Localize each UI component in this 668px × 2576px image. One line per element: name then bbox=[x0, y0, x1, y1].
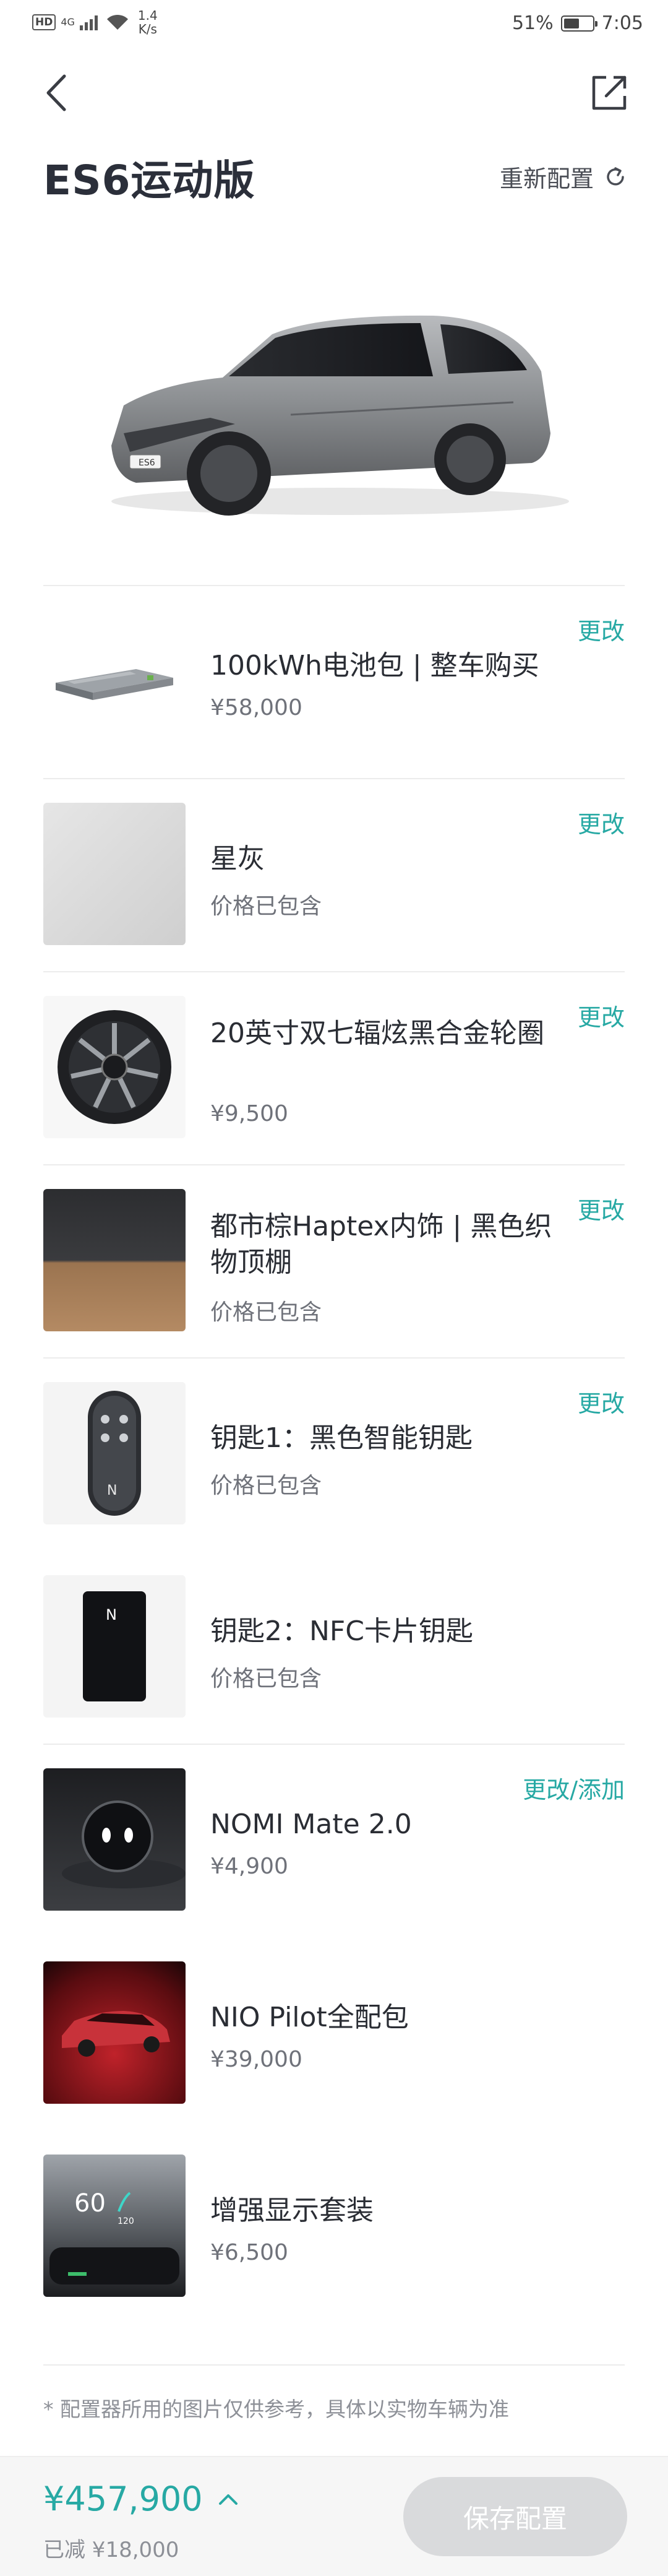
speed-value: 1.4 bbox=[137, 8, 158, 23]
list-item[interactable]: N 钥匙1：黑色智能钥匙 价格已包含 更改 bbox=[43, 1357, 625, 1550]
pilot-car-icon bbox=[62, 2011, 170, 2057]
wheel-thumbnail bbox=[43, 996, 186, 1138]
hud-thumbnail: 60 120 bbox=[43, 2155, 186, 2297]
page-title: ES6运动版 bbox=[43, 157, 255, 204]
list-item[interactable]: 星灰 价格已包含 更改 bbox=[43, 778, 625, 971]
list-item[interactable]: NOMI Mate 2.0 ¥4,900 更改/添加 bbox=[43, 1744, 625, 1937]
item-name: 钥匙1：黑色智能钥匙 bbox=[210, 1422, 473, 1454]
item-name: 100kWh电池包 | 整车购买 bbox=[210, 650, 539, 681]
change-link[interactable]: 更改 bbox=[578, 1191, 625, 1225]
item-name: NOMI Mate 2.0 bbox=[210, 1809, 412, 1840]
total-price-toggle[interactable]: ¥457,900 bbox=[43, 2479, 239, 2518]
item-price: ¥6,500 bbox=[210, 2240, 288, 2265]
item-price: 价格已包含 bbox=[210, 1666, 322, 1692]
speed-unit: K/s bbox=[138, 22, 157, 37]
change-link[interactable]: 更改 bbox=[578, 805, 625, 839]
list-item[interactable]: NIO Pilot全配包 ¥39,000 bbox=[43, 1937, 625, 2130]
reconfigure-label: 重新配置 bbox=[499, 165, 594, 192]
item-name: 增强显示套装 bbox=[210, 2195, 374, 2226]
wheel-icon bbox=[58, 1010, 171, 1124]
nomi-icon bbox=[62, 1800, 186, 1888]
hud-icon: 60 120 bbox=[49, 2189, 179, 2284]
network-speed: 1.4 K/s bbox=[138, 9, 158, 36]
back-button[interactable] bbox=[40, 71, 77, 115]
status-bar: HD 4G 1.4 K/s 51% 7:05 bbox=[0, 0, 668, 50]
item-name: 星灰 bbox=[210, 843, 265, 875]
saving-amount: 已减 ¥18,000 bbox=[43, 2538, 179, 2562]
battery-icon bbox=[560, 15, 597, 32]
wifi-icon bbox=[106, 14, 128, 30]
item-name: NIO Pilot全配包 bbox=[210, 2002, 409, 2033]
pilot-thumbnail bbox=[43, 1961, 186, 2104]
car-image: ES6 bbox=[111, 315, 569, 516]
refresh-icon bbox=[607, 166, 624, 185]
smart-key-icon: N bbox=[88, 1391, 141, 1516]
bottom-bar: ¥457,900 已减 ¥18,000 保存配置 bbox=[0, 2456, 668, 2576]
chevron-up-icon bbox=[218, 2494, 238, 2505]
list-item[interactable]: 60 120 增强显示套装 ¥6,500 bbox=[43, 2130, 625, 2323]
battery-percent: 51% bbox=[512, 12, 554, 34]
nav-bar bbox=[0, 59, 668, 127]
svg-text:N: N bbox=[107, 1483, 117, 1498]
item-price: ¥39,000 bbox=[210, 2047, 302, 2072]
item-price: ¥4,900 bbox=[210, 1854, 288, 1879]
battery-pack-thumbnail bbox=[43, 610, 186, 752]
list-item[interactable]: 都市棕Haptex内饰 | 黑色织物顶棚 价格已包含 更改 bbox=[43, 1164, 625, 1357]
status-right: 51% 7:05 bbox=[512, 12, 643, 34]
item-price: ¥58,000 bbox=[210, 695, 302, 720]
item-price: ¥9,500 bbox=[210, 1101, 288, 1126]
interior-swatch-thumbnail bbox=[43, 1189, 186, 1331]
smart-key-thumbnail: N bbox=[43, 1382, 186, 1524]
list-item[interactable]: 20英寸双七辐炫黑合金轮圈 ¥9,500 更改 bbox=[43, 971, 625, 1164]
change-add-link[interactable]: 更改/添加 bbox=[523, 1771, 625, 1805]
change-link[interactable]: 更改 bbox=[578, 1385, 625, 1419]
item-name: 20英寸双七辐炫黑合金轮圈 bbox=[210, 1018, 544, 1049]
divider bbox=[43, 2364, 625, 2366]
change-link[interactable]: 更改 bbox=[578, 998, 625, 1032]
share-button[interactable] bbox=[589, 72, 630, 113]
list-item[interactable]: 100kWh电池包 | 整车购买 ¥58,000 更改 bbox=[43, 585, 625, 778]
svg-text:ES6: ES6 bbox=[139, 458, 155, 468]
reconfigure-button[interactable]: 重新配置 bbox=[500, 160, 627, 194]
clock: 7:05 bbox=[601, 12, 643, 34]
item-name: 都市棕Haptex内饰 | 黑色织物顶棚 bbox=[210, 1211, 552, 1278]
svg-text:N: N bbox=[106, 1606, 117, 1623]
list-item[interactable]: N 钥匙2：NFC卡片钥匙 价格已包含 bbox=[43, 1550, 625, 1744]
battery-pack-icon bbox=[43, 610, 186, 752]
save-config-button[interactable]: 保存配置 bbox=[403, 2477, 627, 2556]
item-price: 价格已包含 bbox=[210, 1300, 322, 1325]
hud-small: 120 bbox=[118, 2216, 134, 2226]
hd-indicator: HD bbox=[32, 14, 56, 30]
paint-swatch-thumbnail bbox=[43, 803, 186, 945]
nfc-card-icon: N bbox=[83, 1591, 146, 1701]
item-price: 价格已包含 bbox=[210, 1473, 322, 1498]
total-price: ¥457,900 bbox=[43, 2479, 203, 2518]
hud-speed: 60 bbox=[74, 2189, 106, 2218]
chevron-left-icon bbox=[46, 74, 66, 111]
item-name: 钥匙2：NFC卡片钥匙 bbox=[210, 1615, 473, 1647]
status-left: HD 4G 1.4 K/s bbox=[32, 9, 158, 36]
disclaimer: * 配置器所用的图片仅供参考，具体以实物车辆为准 bbox=[43, 2397, 509, 2421]
change-link[interactable]: 更改 bbox=[578, 612, 625, 646]
signal-icon bbox=[79, 15, 98, 30]
network-type: 4G bbox=[61, 16, 75, 28]
config-list: 100kWh电池包 | 整车购买 ¥58,000 更改 星灰 价格已包含 更改 … bbox=[43, 585, 625, 2323]
nfc-card-thumbnail: N bbox=[43, 1575, 186, 1718]
share-external-icon bbox=[592, 76, 627, 110]
nomi-thumbnail bbox=[43, 1768, 186, 1911]
item-price: 价格已包含 bbox=[210, 894, 322, 919]
